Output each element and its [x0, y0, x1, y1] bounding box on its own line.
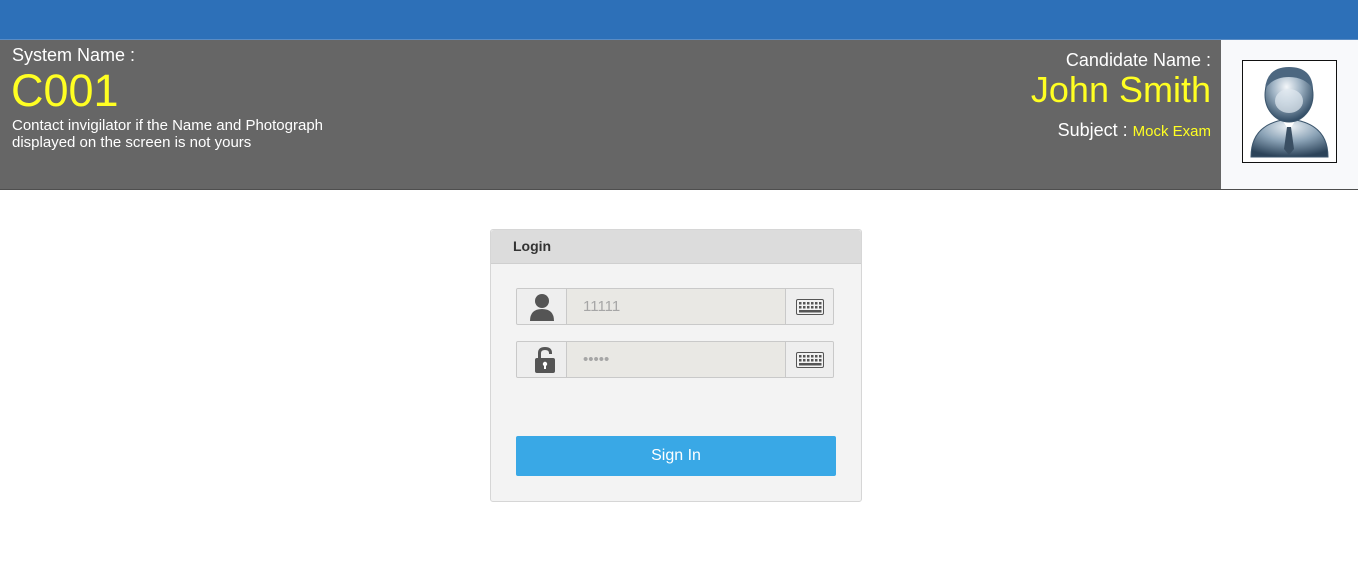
username-keyboard-button[interactable]	[785, 289, 833, 324]
candidate-name-value: John Smith	[1030, 69, 1211, 110]
sign-in-button[interactable]: Sign In	[516, 436, 836, 476]
password-field-group	[516, 341, 834, 378]
keyboard-icon	[796, 352, 824, 368]
user-icon	[530, 294, 554, 321]
username-field-group	[516, 288, 834, 325]
candidate-name-label: Candidate Name :	[1065, 50, 1211, 70]
password-keyboard-button[interactable]	[785, 342, 833, 377]
photo-panel	[1221, 40, 1358, 189]
invigilator-notice: Contact invigilator if the Name and Phot…	[12, 117, 324, 151]
login-panel: Login 11111 Sign In	[490, 229, 862, 502]
password-input[interactable]	[567, 342, 785, 377]
subject-line: Subject : Mock Exam	[1058, 120, 1211, 141]
candidate-avatar-icon	[1250, 67, 1329, 158]
candidate-photo	[1242, 60, 1337, 163]
subject-label: Subject :	[1057, 120, 1128, 140]
username-addon	[517, 289, 567, 324]
password-addon	[517, 342, 567, 377]
lock-icon	[535, 347, 555, 373]
subject-value: Mock Exam	[1132, 123, 1211, 140]
top-bar	[0, 0, 1358, 40]
system-name-value: C001	[11, 65, 119, 116]
system-name-label: System Name :	[12, 45, 136, 65]
username-input[interactable]	[567, 289, 785, 324]
login-title: Login	[491, 230, 861, 264]
candidate-header: System Name : C001 Contact invigilator i…	[0, 40, 1358, 190]
keyboard-icon	[796, 299, 824, 315]
